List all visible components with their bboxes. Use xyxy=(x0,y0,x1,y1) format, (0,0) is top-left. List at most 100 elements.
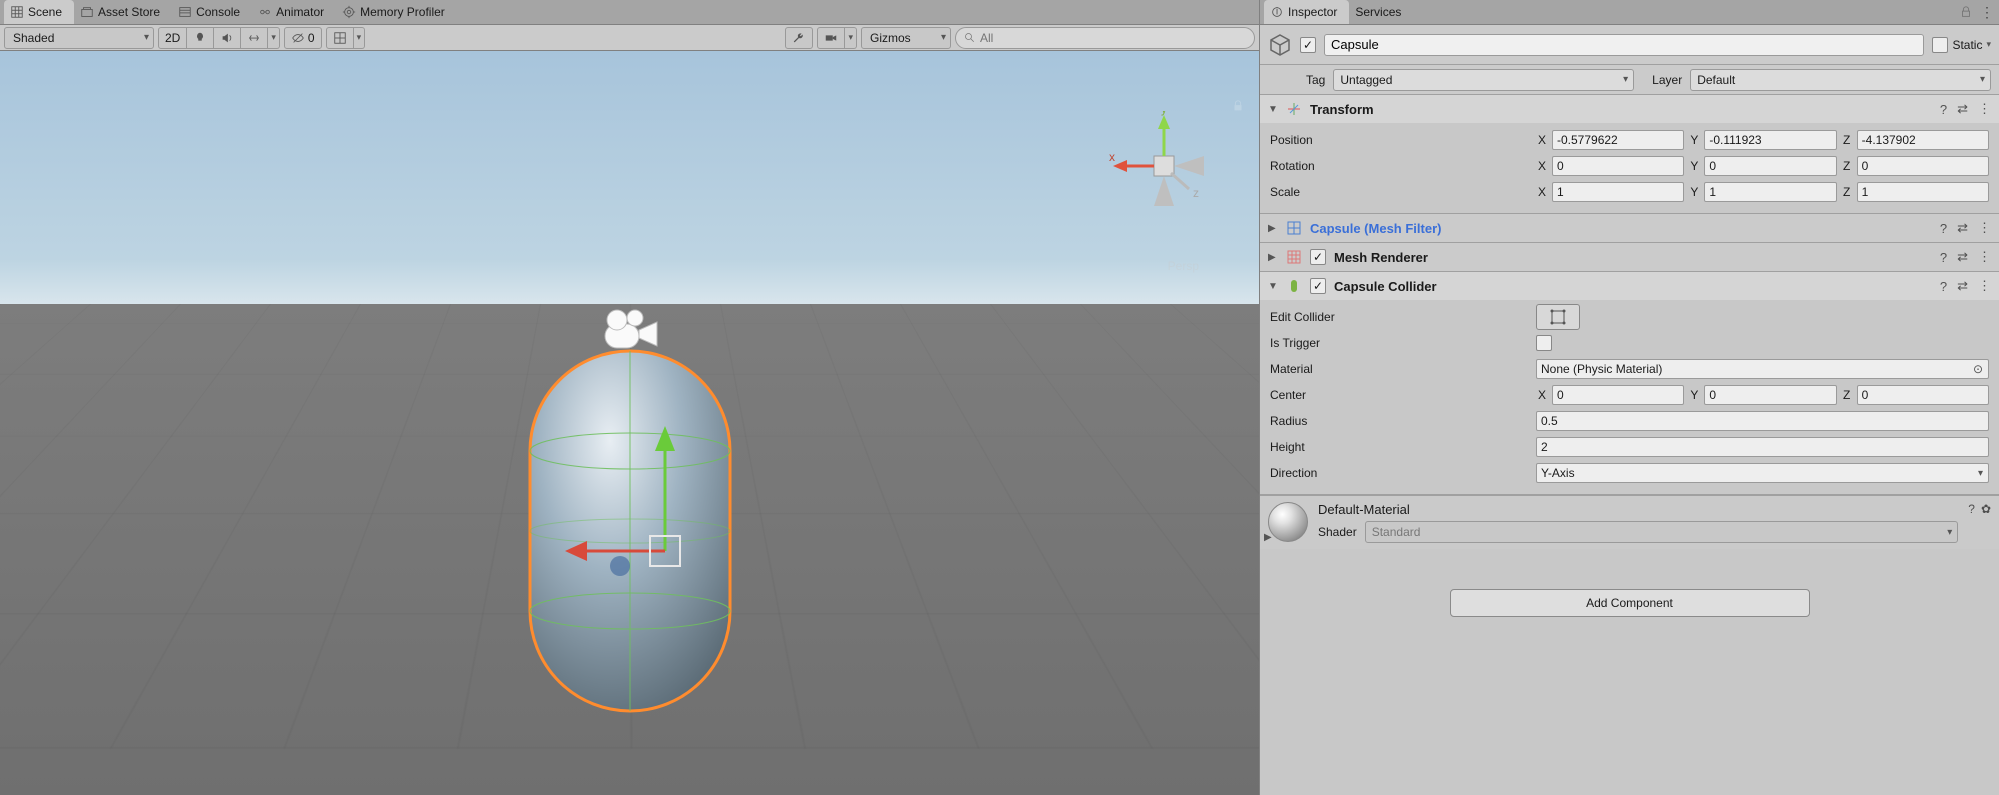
camera-icon xyxy=(824,31,838,45)
tag-label: Tag xyxy=(1306,73,1325,87)
position-y-input[interactable]: -0.111923 xyxy=(1704,130,1836,150)
scale-label: Scale xyxy=(1270,185,1530,199)
material-preview-icon xyxy=(1268,502,1308,542)
static-checkbox[interactable] xyxy=(1932,37,1948,53)
help-icon[interactable]: ? xyxy=(1940,102,1947,117)
center-y-input[interactable]: 0 xyxy=(1704,385,1836,405)
scale-z-input[interactable]: 1 xyxy=(1857,182,1989,202)
component-menu-icon[interactable]: ⋮ xyxy=(1978,220,1991,236)
edit-collider-button[interactable] xyxy=(1536,304,1580,330)
direction-dropdown[interactable]: Y-Axis xyxy=(1536,463,1989,483)
tag-layer-row: Tag Untagged Layer Default xyxy=(1260,65,1999,95)
viewport-lock-icon[interactable] xyxy=(1231,99,1245,113)
gear-icon[interactable]: ✿ xyxy=(1981,502,1991,516)
grid-toggle-button[interactable] xyxy=(326,27,354,49)
capsule-collider-enabled-checkbox[interactable] xyxy=(1310,278,1326,294)
capsule-collider-icon xyxy=(1286,278,1302,294)
gameobject-icon xyxy=(1268,33,1292,57)
layer-dropdown[interactable]: Default xyxy=(1690,69,1991,91)
grid-dropdown-button[interactable]: ▾ xyxy=(354,27,366,49)
material-title: Default-Material xyxy=(1318,502,1958,517)
rotation-label: Rotation xyxy=(1270,159,1530,173)
is-trigger-checkbox[interactable] xyxy=(1536,335,1552,351)
tab-services[interactable]: Services xyxy=(1349,0,1413,24)
component-menu-icon[interactable]: ⋮ xyxy=(1978,278,1991,294)
scale-y-input[interactable]: 1 xyxy=(1704,182,1836,202)
tools-button[interactable] xyxy=(785,27,813,49)
help-icon[interactable]: ? xyxy=(1940,279,1947,294)
lightbulb-icon xyxy=(193,31,207,45)
scale-x-input[interactable]: 1 xyxy=(1552,182,1684,202)
rotation-x-input[interactable]: 0 xyxy=(1552,156,1684,176)
layer-label: Layer xyxy=(1652,73,1682,87)
scene-search-input[interactable] xyxy=(980,31,1246,45)
mesh-renderer-enabled-checkbox[interactable] xyxy=(1310,249,1326,265)
mesh-renderer-icon xyxy=(1286,249,1302,265)
physic-material-label: Material xyxy=(1270,362,1530,376)
projection-label: Persp xyxy=(1168,259,1199,273)
material-block: ▶ Default-Material Shader Standard ? ✿ xyxy=(1260,495,1999,549)
component-menu-icon[interactable]: ⋮ xyxy=(1978,101,1991,117)
tab-memory-profiler[interactable]: Memory Profiler xyxy=(336,0,457,24)
preset-icon[interactable]: ⇄ xyxy=(1957,249,1968,265)
transform-header[interactable]: ▼ Transform ?⇄⋮ xyxy=(1260,95,1999,123)
mesh-filter-header[interactable]: ▶ Capsule (Mesh Filter) ?⇄⋮ xyxy=(1260,214,1999,242)
shader-label: Shader xyxy=(1318,525,1357,539)
hidden-objects-button[interactable]: 0 xyxy=(284,27,322,49)
mesh-renderer-header[interactable]: ▶ Mesh Renderer ?⇄⋮ xyxy=(1260,243,1999,271)
tab-inspector[interactable]: i Inspector xyxy=(1264,0,1349,24)
camera-dropdown-button[interactable]: ▾ xyxy=(845,27,857,49)
component-menu-icon[interactable]: ⋮ xyxy=(1978,249,1991,265)
tab-asset-store[interactable]: Asset Store xyxy=(74,0,172,24)
add-component-button[interactable]: Add Component xyxy=(1450,589,1810,617)
tab-console[interactable]: Console xyxy=(172,0,252,24)
help-icon[interactable]: ? xyxy=(1940,250,1947,265)
gizmos-dropdown[interactable]: Gizmos xyxy=(861,27,951,49)
physic-material-field[interactable]: None (Physic Material) xyxy=(1536,359,1989,379)
preset-icon[interactable]: ⇄ xyxy=(1957,278,1968,294)
transform-component: ▼ Transform ?⇄⋮ Position X-0.5779622 Y-0… xyxy=(1260,95,1999,214)
center-x-input[interactable]: 0 xyxy=(1552,385,1684,405)
rotation-z-input[interactable]: 0 xyxy=(1857,156,1989,176)
shader-dropdown[interactable]: Standard xyxy=(1365,521,1959,543)
move-gizmo[interactable] xyxy=(565,401,765,601)
add-component-area: Add Component xyxy=(1260,549,1999,795)
preset-icon[interactable]: ⇄ xyxy=(1957,220,1968,236)
effects-toggle-button[interactable] xyxy=(241,27,268,49)
inspector-icon: i xyxy=(1270,5,1284,19)
gameobject-name-input[interactable] xyxy=(1324,34,1924,56)
axis-y-label: y xyxy=(1161,111,1167,116)
tab-services-label: Services xyxy=(1355,5,1401,19)
scene-search-box[interactable] xyxy=(955,27,1255,49)
tab-animator[interactable]: Animator xyxy=(252,0,336,24)
position-x-input[interactable]: -0.5779622 xyxy=(1552,130,1684,150)
2d-toggle-button[interactable]: 2D xyxy=(158,27,187,49)
gameobject-active-checkbox[interactable] xyxy=(1300,37,1316,53)
help-icon[interactable]: ? xyxy=(1968,502,1975,516)
center-z-input[interactable]: 0 xyxy=(1857,385,1989,405)
position-z-input[interactable]: -4.137902 xyxy=(1857,130,1989,150)
static-dropdown[interactable]: Static ▾ xyxy=(1932,37,1991,53)
tag-dropdown[interactable]: Untagged xyxy=(1333,69,1634,91)
memory-profiler-icon xyxy=(342,5,356,19)
preset-icon[interactable]: ⇄ xyxy=(1957,101,1968,117)
center-label: Center xyxy=(1270,388,1530,402)
help-icon[interactable]: ? xyxy=(1940,221,1947,236)
effects-dropdown-button[interactable]: ▾ xyxy=(268,27,280,49)
inspector-menu-button[interactable]: ⋮ xyxy=(1979,4,1995,21)
material-foldout-icon[interactable]: ▶ xyxy=(1264,532,1272,543)
shading-mode-dropdown[interactable]: Shaded xyxy=(4,27,154,49)
rotation-y-input[interactable]: 0 xyxy=(1704,156,1836,176)
scene-viewport[interactable]: y x z Persp xyxy=(0,51,1259,795)
audio-toggle-button[interactable] xyxy=(214,27,241,49)
inspector-lock-icon[interactable] xyxy=(1959,5,1973,19)
edit-collider-icon xyxy=(1549,308,1567,326)
mesh-filter-component: ▶ Capsule (Mesh Filter) ?⇄⋮ xyxy=(1260,214,1999,243)
radius-input[interactable]: 0.5 xyxy=(1536,411,1989,431)
lighting-toggle-button[interactable] xyxy=(187,27,214,49)
capsule-collider-header[interactable]: ▼ Capsule Collider ?⇄⋮ xyxy=(1260,272,1999,300)
height-input[interactable]: 2 xyxy=(1536,437,1989,457)
orientation-gizmo[interactable]: y x z xyxy=(1109,111,1219,221)
camera-button[interactable] xyxy=(817,27,845,49)
tab-scene[interactable]: Scene xyxy=(4,0,74,24)
